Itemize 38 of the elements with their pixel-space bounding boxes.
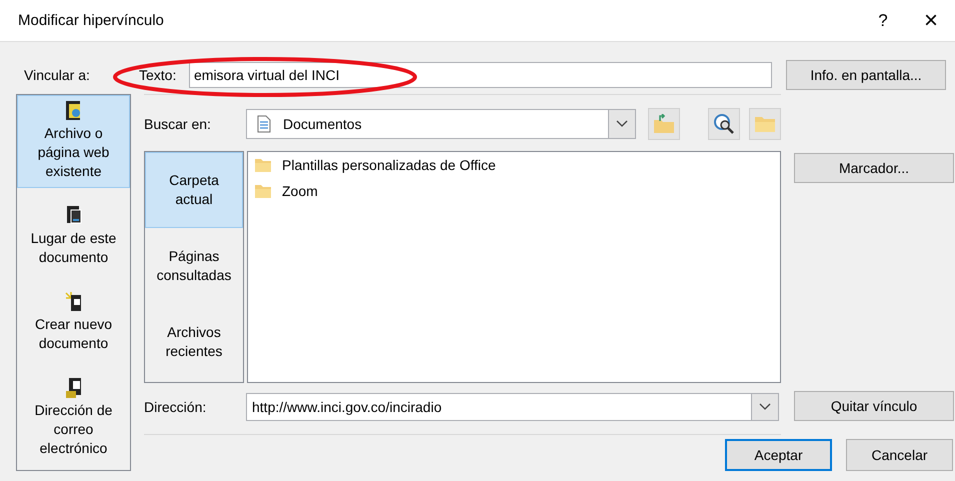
address-field[interactable]: http://www.inci.gov.co/inciradio <box>246 393 779 421</box>
folder-up-icon <box>653 114 675 134</box>
location-item[interactable]: Carpeta actual <box>145 152 243 228</box>
folder-icon <box>254 183 272 199</box>
look-in-label: Buscar en: <box>144 116 212 132</box>
up-folder-button[interactable] <box>648 108 680 140</box>
address-label: Dirección: <box>144 399 208 415</box>
text-field[interactable]: emisora virtual del INCI <box>189 62 772 88</box>
location-item[interactable]: Archivos recientes <box>145 304 243 380</box>
dialog-button[interactable]: Cancelar <box>846 439 953 471</box>
link-type-item[interactable]: Dirección de correo electrónico <box>17 372 130 465</box>
new-document-icon <box>64 291 82 313</box>
bookmark-button[interactable]: Marcador... <box>794 153 954 183</box>
screen-tip-button[interactable]: Info. en pantalla... <box>786 60 946 90</box>
chevron-down-icon <box>759 403 771 411</box>
help-button[interactable]: ? <box>859 10 907 30</box>
link-type-item[interactable]: Archivo o página web existente <box>17 95 130 188</box>
location-item[interactable]: Páginas consultadas <box>145 228 243 304</box>
document-globe-icon <box>64 100 82 122</box>
browse-file-button[interactable] <box>749 108 781 140</box>
document-icon <box>257 115 271 133</box>
dialog-button[interactable]: Aceptar <box>725 439 832 471</box>
link-to-label: Vincular a: <box>24 67 91 83</box>
look-in-dropdown[interactable]: Documentos <box>246 109 636 139</box>
remove-link-button[interactable]: Quitar vínculo <box>794 391 954 421</box>
folder-icon <box>754 115 776 133</box>
link-type-item[interactable]: Lugar de este documento <box>17 200 130 274</box>
link-type-item[interactable]: Crear nuevo documento <box>17 286 130 360</box>
window-title: Modificar hipervínculo <box>18 12 165 29</box>
folder-icon <box>254 157 272 173</box>
text-label: Texto: <box>138 67 178 83</box>
globe-search-icon <box>713 113 735 135</box>
browse-web-button[interactable] <box>708 108 740 140</box>
folder-name[interactable]: Plantillas personalizadas de Office <box>282 157 496 173</box>
close-button[interactable]: × <box>907 6 955 34</box>
folder-name[interactable]: Zoom <box>282 183 318 199</box>
chevron-down-icon <box>616 120 628 128</box>
document-mail-icon <box>64 377 82 399</box>
